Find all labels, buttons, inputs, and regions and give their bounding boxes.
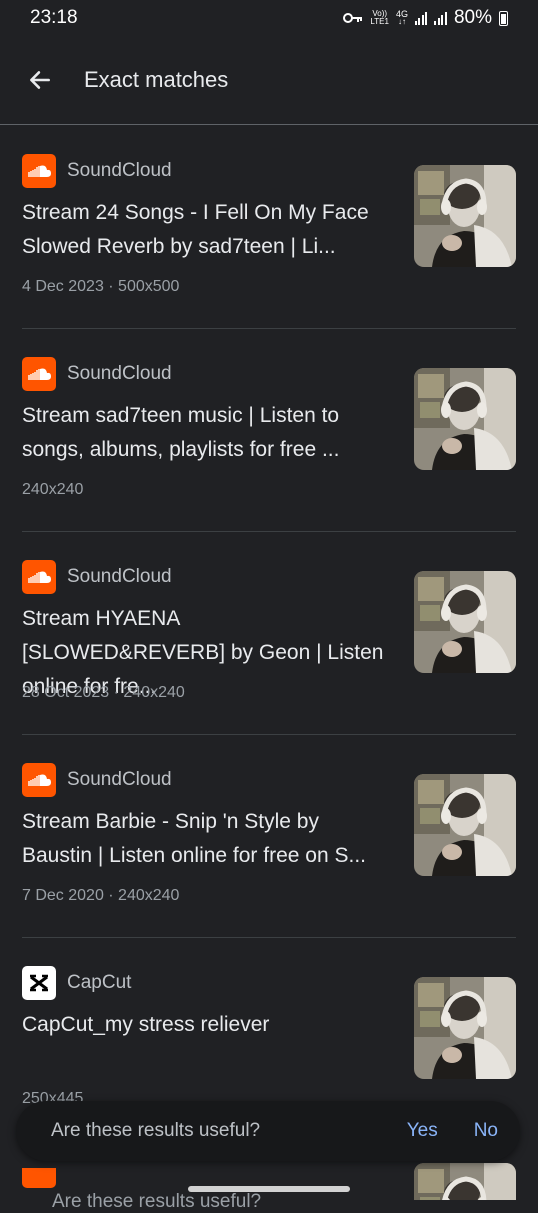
source-name: SoundCloud <box>67 160 172 181</box>
status-icons: Vo)) LTE1 4G ↓↑ 80% <box>343 7 508 29</box>
source-favicon <box>22 560 56 594</box>
back-button[interactable] <box>20 60 60 100</box>
network-4g-icon: 4G ↓↑ <box>396 10 408 26</box>
result-thumbnail[interactable] <box>414 1163 516 1200</box>
signal-icon <box>414 11 428 25</box>
result-meta: 7 Dec 2020 · 240x240 <box>22 887 180 904</box>
feedback-question: Are these results useful? <box>51 1120 261 1141</box>
arrow-left-icon <box>30 71 50 89</box>
soundcloud-icon <box>28 571 51 583</box>
signal-icon <box>434 11 447 25</box>
no-button[interactable]: No <box>474 1120 498 1142</box>
results-list: SoundCloud Stream 24 Songs - I Fell On M… <box>0 126 538 1141</box>
result-item[interactable]: SoundCloud Stream 24 Songs - I Fell On M… <box>0 126 538 329</box>
source-name: SoundCloud <box>67 769 172 790</box>
result-thumbnail[interactable] <box>414 774 516 876</box>
result-item[interactable]: SoundCloud Stream sad7teen music | Liste… <box>0 329 538 532</box>
source-favicon <box>22 357 56 391</box>
yes-button[interactable]: Yes <box>407 1120 438 1142</box>
app-bar: Exact matches <box>0 36 538 125</box>
data-arrows-icon: ↓↑ <box>397 17 406 26</box>
soundcloud-icon <box>28 165 51 177</box>
status-bar: 23:18 Vo)) LTE1 4G ↓↑ 80% <box>0 0 538 36</box>
result-title[interactable]: Stream 24 Songs - I Fell On My Face Slow… <box>22 196 386 264</box>
source-favicon <box>22 763 56 797</box>
result-thumbnail[interactable] <box>414 368 516 470</box>
result-meta: 4 Dec 2023 · 500x500 <box>22 278 180 295</box>
result-thumbnail[interactable] <box>414 571 516 673</box>
soundcloud-icon <box>22 1168 56 1188</box>
battery-icon <box>499 10 508 26</box>
result-source: CapCut <box>22 966 131 1000</box>
result-item[interactable]: SoundCloud Stream Barbie - Snip 'n Style… <box>0 735 538 938</box>
volte-bottom-label: LTE1 <box>370 17 389 26</box>
result-source: SoundCloud <box>22 154 172 188</box>
key-icon <box>343 13 363 23</box>
soundcloud-icon <box>28 774 51 786</box>
result-meta: 28 Oct 2023 · 240x240 <box>22 684 185 701</box>
source-name: CapCut <box>67 972 132 993</box>
result-item[interactable]: SoundCloud Stream HYAENA [SLOWED&REVERB]… <box>0 532 538 735</box>
source-favicon <box>22 154 56 188</box>
source-name: SoundCloud <box>67 566 172 587</box>
result-source: SoundCloud <box>22 763 172 797</box>
result-title[interactable]: CapCut_my stress reliever <box>22 1008 386 1042</box>
feedback-snackbar: Are these results useful? Yes No <box>16 1101 520 1161</box>
result-thumbnail[interactable] <box>414 977 516 1079</box>
source-name: SoundCloud <box>67 363 172 384</box>
gesture-nav-handle[interactable] <box>188 1186 350 1192</box>
volte-icon: Vo)) LTE1 <box>370 10 389 26</box>
peek-feedback-text: Are these results useful? <box>52 1191 262 1212</box>
result-title[interactable]: Stream sad7teen music | Listen to songs,… <box>22 399 386 467</box>
result-source: SoundCloud <box>22 357 172 391</box>
result-thumbnail[interactable] <box>414 165 516 267</box>
result-meta: 240x240 <box>22 481 84 498</box>
source-favicon <box>22 966 56 1000</box>
status-time: 23:18 <box>30 7 78 28</box>
result-title[interactable]: Stream Barbie - Snip 'n Style by Baustin… <box>22 805 386 873</box>
page-title: Exact matches <box>84 67 229 92</box>
result-source: SoundCloud <box>22 560 172 594</box>
battery-percent: 80% <box>453 7 492 28</box>
capcut-icon <box>30 974 48 992</box>
soundcloud-icon <box>28 368 51 380</box>
